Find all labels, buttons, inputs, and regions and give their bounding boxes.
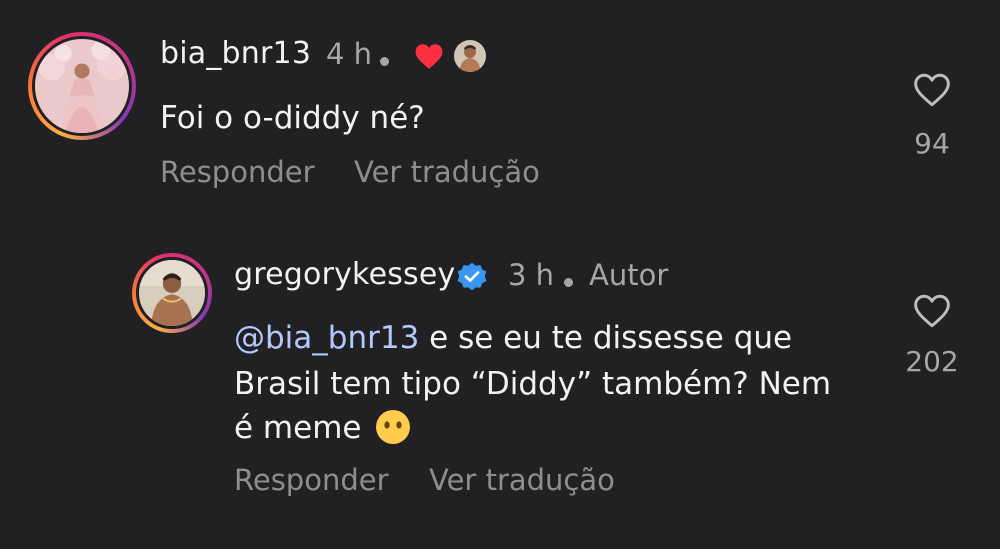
verified-badge-icon (457, 262, 487, 291)
comment-text: Foi o o-diddy né? (160, 100, 425, 136)
heart-outline-icon[interactable] (912, 72, 952, 108)
reply-text-line-3: é meme (234, 406, 411, 450)
comment-time: 4 h (326, 37, 373, 71)
reply-time: 3 h (508, 258, 555, 292)
reply-text-part: é meme (234, 410, 362, 446)
comment-username[interactable]: bia_bnr13 (160, 36, 311, 71)
reply-text-line-2: Brasil tem tipo “Diddy” também? Nem (234, 366, 832, 402)
face-without-mouth-emoji-icon (376, 409, 411, 444)
avatar-gregory-image (136, 257, 208, 329)
avatar-bia-image (32, 36, 132, 136)
meta-separator-dot (564, 278, 573, 287)
heart-outline-icon[interactable] (912, 293, 952, 329)
author-badge: Autor (589, 258, 669, 292)
reply-button[interactable]: Responder (234, 463, 389, 497)
like-count: 94 (914, 127, 950, 160)
avatar-gregory[interactable] (132, 253, 212, 333)
reply-button[interactable]: Responder (160, 155, 315, 189)
reply-text-line-1: @bia_bnr13 e se eu te dissesse que (234, 316, 792, 360)
heart-filled-icon (415, 44, 443, 69)
author-avatar-small (454, 40, 486, 72)
reply-username[interactable]: gregorykessey (234, 257, 456, 292)
mention-link[interactable]: @bia_bnr13 (234, 320, 419, 356)
like-count: 202 (905, 345, 959, 378)
avatar-bia[interactable] (28, 32, 136, 140)
translate-button[interactable]: Ver tradução (429, 463, 615, 497)
meta-separator-dot (380, 57, 389, 66)
comments-thread: bia_bnr13 4 h Foi o o-diddy né? Responde… (0, 0, 1000, 549)
translate-button[interactable]: Ver tradução (354, 155, 540, 189)
reply-text-part: e se eu te dissesse que (419, 320, 793, 356)
